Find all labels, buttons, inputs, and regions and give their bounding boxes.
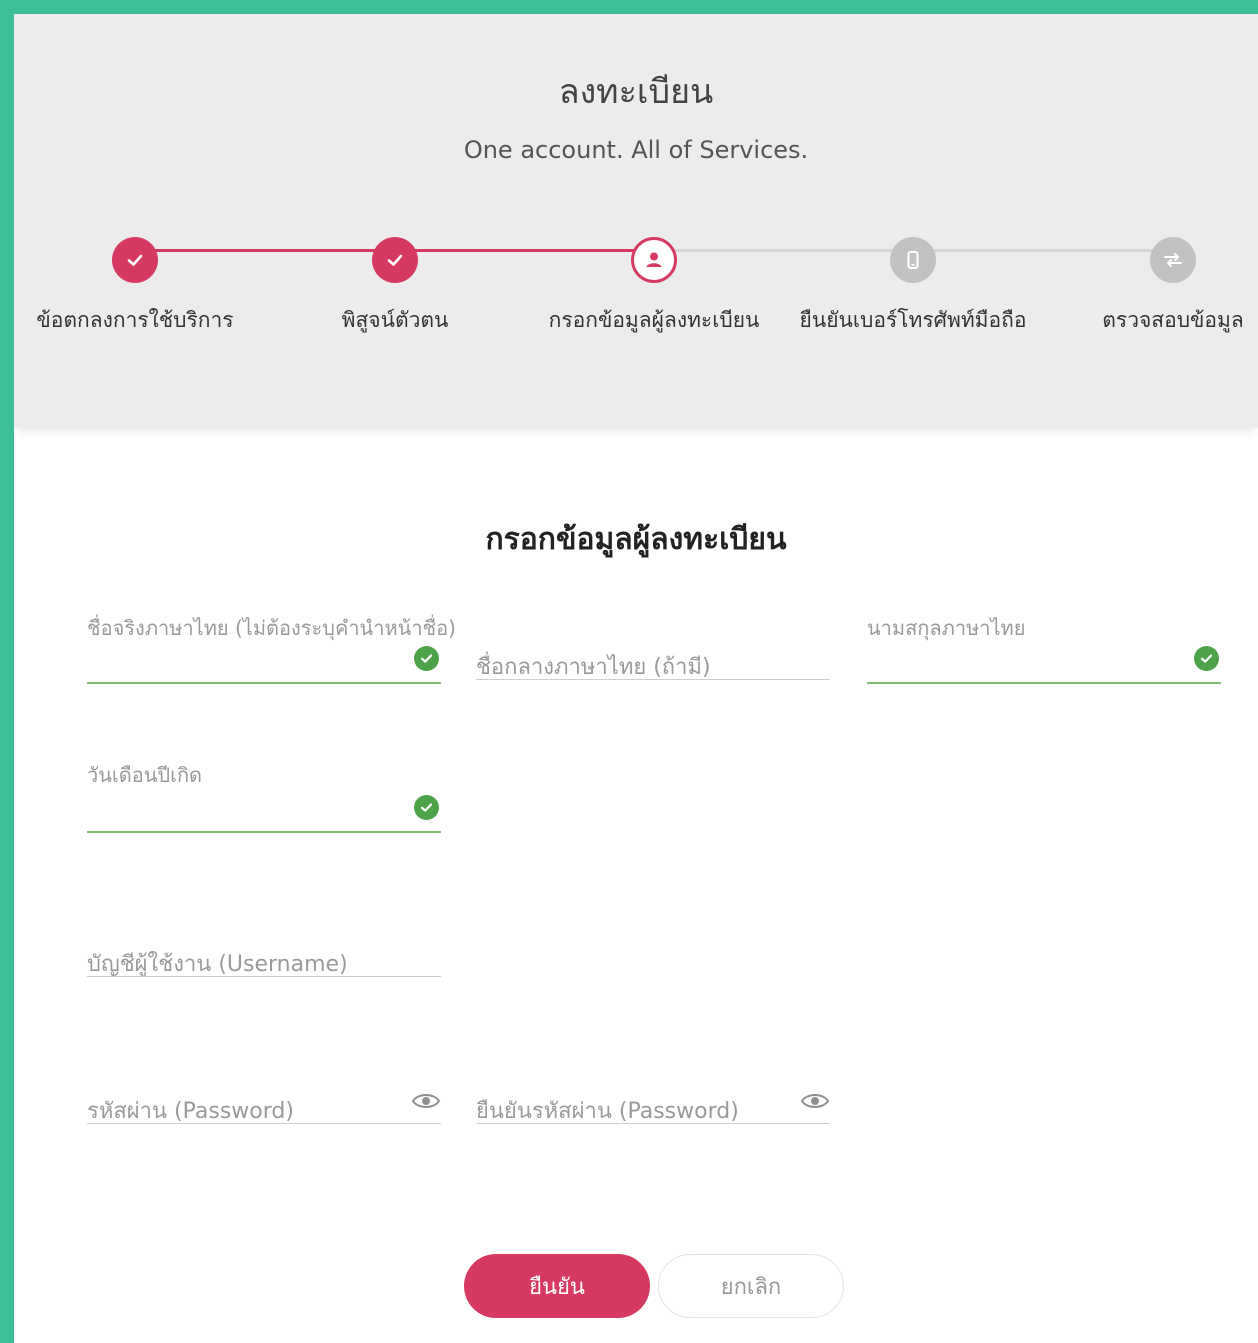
middle-name-underline [476,679,830,680]
last-name-field[interactable]: นามสกุลภาษาไทย [867,612,1221,684]
birth-date-underline [87,831,441,833]
last-name-label: นามสกุลภาษาไทย [867,616,1026,640]
first-name-underline [87,682,441,684]
middle-name-field[interactable]: ชื่อกลางภาษาไทย (ถ้ามี) [476,614,830,684]
last-name-underline [867,682,1221,684]
first-name-field[interactable]: ชื่อจริงภาษาไทย (ไม่ต้องระบุคำนำหน้าชื่อ… [87,612,456,684]
step-2-label: พิสูจน์ตัวตน [341,308,449,332]
step-3-indicator [631,237,677,283]
first-name-label: ชื่อจริงภาษาไทย (ไม่ต้องระบุคำนำหน้าชื่อ… [87,616,456,640]
valid-check-icon [1194,646,1219,671]
form-title: กรอกข้อมูลผู้ลงทะเบียน [485,522,787,557]
password-underline [87,1123,441,1124]
step-4-indicator [890,237,936,283]
eye-icon[interactable] [800,1090,830,1112]
confirm-password-field[interactable]: ยืนยันรหัสผ่าน (Password) [476,1074,830,1128]
registration-page: ลงทะเบียน One account. All of Services. … [14,14,1258,1343]
step-2-indicator [372,237,418,283]
confirm-button[interactable]: ยืนยัน [464,1254,650,1318]
mobile-icon [907,251,919,269]
password-field[interactable]: รหัสผ่าน (Password) [87,1074,441,1128]
check-icon [127,254,143,266]
confirm-password-underline [476,1123,830,1124]
step-4-label: ยืนยันเบอร์โทรศัพท์มือถือ [799,308,1027,332]
registration-header: ลงทะเบียน One account. All of Services. … [14,14,1258,428]
check-icon [387,254,403,266]
page-subtitle: One account. All of Services. [463,136,809,164]
step-3-label: กรอกข้อมูลผู้ลงทะเบียน [548,308,760,332]
transfer-icon [1164,253,1182,267]
user-icon [646,252,662,267]
eye-icon[interactable] [411,1090,441,1112]
step-1-indicator [112,237,158,283]
birth-date-field[interactable]: วันเดือนปีเกิด [87,759,441,833]
cancel-button[interactable]: ยกเลิก [658,1254,844,1318]
step-5-label: ตรวจสอบข้อมูล [1102,308,1244,332]
username-underline [87,976,441,977]
birth-date-label: วันเดือนปีเกิด [87,763,203,787]
valid-check-icon [414,795,439,820]
valid-check-icon [414,646,439,671]
page-title: ลงทะเบียน [558,72,714,112]
username-field[interactable]: บัญชีผู้ใช้งาน (Username) [87,919,441,981]
step-1-label: ข้อตกลงการใช้บริการ [36,308,234,332]
step-5-indicator [1150,237,1196,283]
